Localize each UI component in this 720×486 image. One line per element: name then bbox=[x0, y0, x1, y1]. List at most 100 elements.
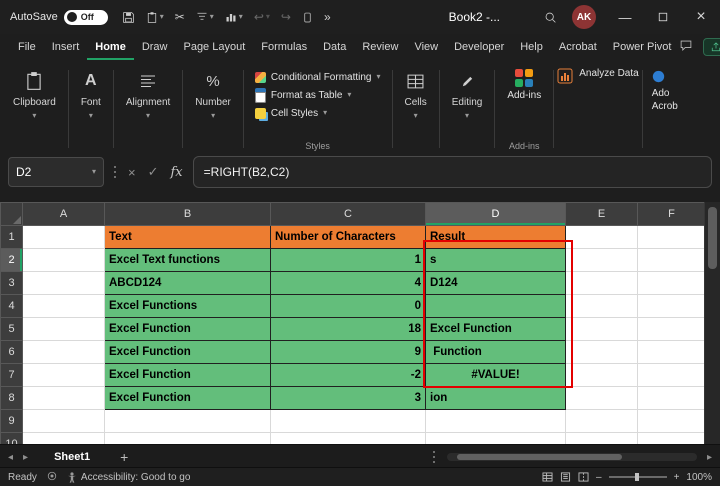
cell-F5[interactable] bbox=[638, 318, 706, 341]
cell-F3[interactable] bbox=[638, 272, 706, 295]
tab-splitter-handle[interactable] bbox=[433, 456, 435, 458]
formula-input[interactable]: =RIGHT(B2,C2) bbox=[193, 156, 712, 188]
cell-F9[interactable] bbox=[638, 410, 706, 433]
tab-insert[interactable]: Insert bbox=[44, 34, 88, 60]
paste-button[interactable]: ▾ bbox=[146, 11, 164, 24]
ribbon-group-editing[interactable]: Editing ▾ bbox=[443, 64, 492, 154]
tab-home[interactable]: Home bbox=[87, 34, 134, 60]
tab-developer[interactable]: Developer bbox=[446, 34, 512, 60]
col-header-E[interactable]: E bbox=[566, 203, 638, 226]
enter-button[interactable]: ✓ bbox=[146, 164, 161, 180]
analyze-data-button[interactable]: Analyze Data bbox=[557, 64, 638, 154]
cell-A8[interactable] bbox=[23, 387, 105, 410]
cell-C8[interactable]: 3 bbox=[271, 387, 426, 410]
col-header-D[interactable]: D bbox=[426, 203, 566, 226]
row-header-9[interactable]: 9 bbox=[1, 410, 23, 433]
horizontal-scrollbar-thumb[interactable] bbox=[457, 454, 622, 460]
cell-E6[interactable] bbox=[566, 341, 638, 364]
chart-button[interactable]: ▾ bbox=[225, 11, 243, 23]
scroll-right-button[interactable]: ▸ bbox=[707, 452, 712, 463]
cell-D4[interactable] bbox=[426, 295, 566, 318]
cell-B2[interactable]: Excel Text functions bbox=[105, 249, 271, 272]
cell-B5[interactable]: Excel Function bbox=[105, 318, 271, 341]
undo-button[interactable]: ↩ ▾ bbox=[254, 10, 270, 24]
touch-mode-button[interactable] bbox=[302, 11, 313, 24]
save-button[interactable] bbox=[122, 11, 135, 24]
cell-A5[interactable] bbox=[23, 318, 105, 341]
col-header-A[interactable]: A bbox=[23, 203, 105, 226]
col-header-C[interactable]: C bbox=[271, 203, 426, 226]
conditional-formatting-button[interactable]: Conditional Formatting ▾ bbox=[255, 68, 381, 86]
cell-F2[interactable] bbox=[638, 249, 706, 272]
row-header-2[interactable]: 2 bbox=[1, 249, 23, 272]
zoom-level[interactable]: 100% bbox=[686, 472, 712, 483]
cell-E5[interactable] bbox=[566, 318, 638, 341]
vertical-scrollbar[interactable] bbox=[704, 202, 720, 444]
cell-D3[interactable]: D124 bbox=[426, 272, 566, 295]
format-as-table-button[interactable]: Format as Table ▾ bbox=[255, 86, 381, 104]
new-sheet-button[interactable]: + bbox=[116, 449, 132, 465]
cell-A2[interactable] bbox=[23, 249, 105, 272]
tab-help[interactable]: Help bbox=[512, 34, 551, 60]
minimize-button[interactable]: — bbox=[606, 0, 644, 34]
cell-C6[interactable]: 9 bbox=[271, 341, 426, 364]
cell-A3[interactable] bbox=[23, 272, 105, 295]
cell-styles-button[interactable]: Cell Styles ▾ bbox=[255, 104, 381, 122]
sort-filter-button[interactable]: ▾ bbox=[196, 11, 214, 23]
tab-page-layout[interactable]: Page Layout bbox=[175, 34, 253, 60]
avatar[interactable]: AK bbox=[572, 5, 596, 29]
normal-view-button[interactable] bbox=[542, 472, 553, 482]
vertical-scrollbar-thumb[interactable] bbox=[708, 207, 717, 269]
formula-bar-handle[interactable] bbox=[114, 171, 116, 173]
cell-A7[interactable] bbox=[23, 364, 105, 387]
cell-B1[interactable]: Text bbox=[105, 226, 271, 249]
share-button[interactable] bbox=[703, 38, 720, 56]
page-layout-view-button[interactable] bbox=[560, 472, 571, 482]
cell-A6[interactable] bbox=[23, 341, 105, 364]
cell-B3[interactable]: ABCD124 bbox=[105, 272, 271, 295]
cell-D6[interactable]: Function bbox=[426, 341, 566, 364]
cell-B8[interactable]: Excel Function bbox=[105, 387, 271, 410]
cell-D9[interactable] bbox=[426, 410, 566, 433]
next-sheet-button[interactable]: ▸ bbox=[23, 452, 28, 463]
cell-E7[interactable] bbox=[566, 364, 638, 387]
cell-B7[interactable]: Excel Function bbox=[105, 364, 271, 387]
zoom-slider[interactable] bbox=[609, 476, 667, 478]
col-header-B[interactable]: B bbox=[105, 203, 271, 226]
tab-formulas[interactable]: Formulas bbox=[253, 34, 315, 60]
row-header-5[interactable]: 5 bbox=[1, 318, 23, 341]
sheet-tab-sheet1[interactable]: Sheet1 bbox=[38, 445, 106, 469]
close-button[interactable]: × bbox=[682, 0, 720, 34]
comments-button[interactable] bbox=[679, 39, 693, 55]
cell-F4[interactable] bbox=[638, 295, 706, 318]
ribbon-group-clipboard[interactable]: Clipboard ▾ bbox=[4, 64, 65, 154]
maximize-button[interactable] bbox=[644, 0, 682, 34]
row-header-1[interactable]: 1 bbox=[1, 226, 23, 249]
select-all-button[interactable] bbox=[1, 203, 23, 226]
cell-B4[interactable]: Excel Functions bbox=[105, 295, 271, 318]
cell-A1[interactable] bbox=[23, 226, 105, 249]
cell-E9[interactable] bbox=[566, 410, 638, 433]
name-box[interactable]: D2 ▾ bbox=[8, 157, 104, 187]
cell-C9[interactable] bbox=[271, 410, 426, 433]
tab-file[interactable]: File bbox=[10, 34, 44, 60]
search-button[interactable] bbox=[544, 11, 557, 24]
insert-function-button[interactable]: fx bbox=[169, 165, 185, 180]
cell-D1[interactable]: Result bbox=[426, 226, 566, 249]
more-commands-button[interactable]: » bbox=[324, 10, 331, 24]
cell-D7[interactable]: #VALUE! bbox=[426, 364, 566, 387]
cell-E2[interactable] bbox=[566, 249, 638, 272]
ribbon-group-font[interactable]: A Font ▾ bbox=[72, 64, 110, 154]
cell-D2[interactable]: s bbox=[426, 249, 566, 272]
redo-button[interactable]: ↪ bbox=[281, 10, 291, 24]
macro-record-button[interactable] bbox=[47, 471, 57, 484]
horizontal-scrollbar[interactable] bbox=[447, 453, 697, 461]
cell-F1[interactable] bbox=[638, 226, 706, 249]
cell-F8[interactable] bbox=[638, 387, 706, 410]
zoom-out-button[interactable]: – bbox=[596, 472, 602, 483]
cell-E1[interactable] bbox=[566, 226, 638, 249]
row-header-3[interactable]: 3 bbox=[1, 272, 23, 295]
cancel-button[interactable]: × bbox=[126, 165, 138, 180]
tab-draw[interactable]: Draw bbox=[134, 34, 176, 60]
cell-C1[interactable]: Number of Characters bbox=[271, 226, 426, 249]
